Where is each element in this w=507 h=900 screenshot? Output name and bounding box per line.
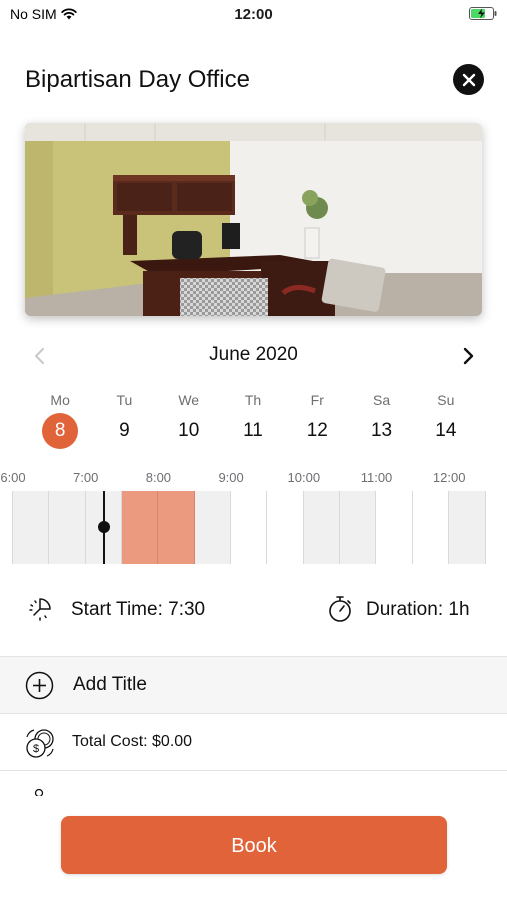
time-slot[interactable] [377, 491, 413, 564]
current-time-dot [97, 521, 110, 533]
coins-icon: $ [26, 729, 54, 758]
total-cost-label: Total Cost: $0.00 [72, 733, 193, 750]
page-title: Bipartisan Day Office [25, 66, 250, 93]
day-wednesday[interactable]: We 10 [157, 390, 221, 450]
day-friday[interactable]: Fr 12 [285, 390, 349, 450]
day-tuesday[interactable]: Tu 9 [92, 390, 156, 450]
office-photo [25, 123, 482, 316]
day-name: Su [437, 392, 455, 408]
time-slot[interactable] [122, 491, 159, 564]
add-title-row[interactable]: Add Title [0, 656, 507, 713]
timeline-hour-label: 8:00 [145, 470, 172, 485]
total-cost-row: $ Total Cost: $0.00 [0, 713, 507, 770]
office-illustration [25, 123, 482, 316]
time-slot[interactable] [340, 491, 377, 564]
day-monday[interactable]: Mo 8 [28, 390, 92, 450]
day-thursday[interactable]: Th 11 [221, 390, 285, 450]
time-slot[interactable] [231, 491, 268, 564]
time-slot-timeline[interactable]: 6:00 7:00 8:00 9:00 10:00 11:00 12:00 [0, 468, 507, 565]
day-name: Tu [116, 392, 133, 408]
status-time: 12:00 [234, 6, 273, 23]
time-slot[interactable] [49, 491, 86, 564]
day-date: 8 [42, 413, 79, 449]
day-sunday[interactable]: Su 14 [414, 390, 478, 450]
close-icon [462, 73, 475, 86]
status-bar: No SIM 12:00 [0, 0, 507, 28]
day-name: Th [244, 392, 262, 408]
book-button[interactable]: Book [61, 816, 447, 874]
day-date: 11 [243, 420, 263, 441]
timeline-hour-label: 9:00 [218, 470, 244, 485]
time-slot[interactable] [267, 491, 304, 564]
day-name: Mo [50, 392, 70, 408]
timeline-hour-label: 11:00 [360, 470, 393, 485]
day-date: 10 [178, 420, 200, 441]
close-button[interactable] [453, 64, 484, 95]
start-time-label: Start Time: 7:30 [71, 599, 206, 620]
timeline-hour-label: 10:00 [287, 470, 321, 485]
timeline-track[interactable] [0, 491, 507, 564]
add-circle-icon [25, 671, 54, 700]
start-time-icon [29, 598, 51, 621]
day-name: We [178, 392, 200, 408]
timeline-hour-label: 7:00 [73, 470, 99, 485]
day-date: 14 [435, 420, 457, 441]
time-slot[interactable] [0, 491, 13, 564]
booking-summary: Start Time: 7:30 Duration: 1h [0, 583, 507, 638]
week-day-picker: Mo 8 Tu 9 We 10 Th 11 Fr 12 Sa 13 Su 14 [28, 390, 478, 450]
day-date: 13 [370, 420, 393, 441]
next-month-icon[interactable] [456, 344, 480, 368]
time-slot[interactable] [449, 491, 486, 564]
duration-label: Duration: 1h [366, 599, 470, 620]
time-slot[interactable] [413, 491, 450, 564]
day-saturday[interactable]: Sa 13 [349, 390, 413, 450]
svg-text:$: $ [33, 743, 39, 755]
add-title-label: Add Title [73, 674, 147, 695]
battery-charging-icon [469, 7, 497, 20]
time-slot[interactable] [158, 491, 195, 564]
day-date: 12 [306, 420, 328, 441]
time-slot[interactable] [486, 491, 507, 564]
month-label: June 2020 [209, 344, 298, 365]
day-name: Sa [372, 392, 391, 408]
day-date: 9 [119, 420, 130, 441]
timeline-hour-label: 12:00 [432, 470, 466, 485]
month-navigator: June 2020 [0, 340, 507, 372]
time-slot[interactable] [194, 491, 232, 564]
timeline-hour-label: 6:00 [0, 470, 26, 485]
time-slot[interactable] [303, 491, 341, 564]
stopwatch-icon [329, 596, 351, 622]
time-slot[interactable] [13, 491, 50, 564]
day-name: Fr [310, 392, 324, 408]
